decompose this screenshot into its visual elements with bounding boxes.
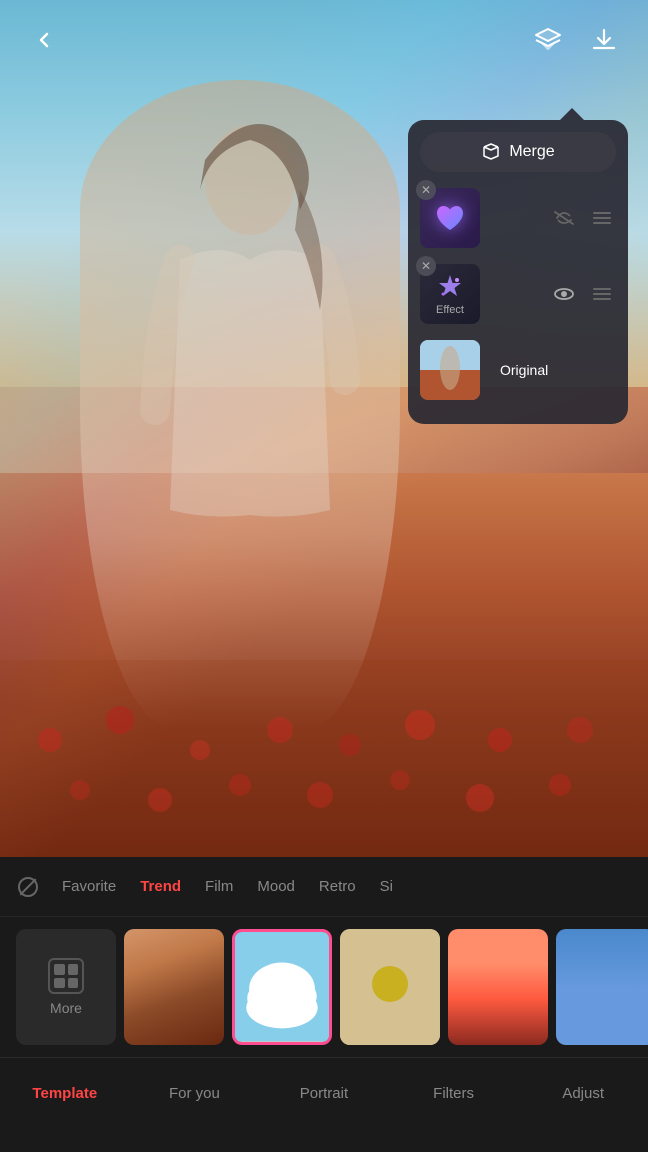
nav-filters-label: Filters (433, 1085, 474, 1102)
merge-button[interactable]: Merge (420, 132, 616, 172)
template-2[interactable] (232, 929, 332, 1045)
original-layer-label: Original (500, 362, 548, 378)
layer-drag-1[interactable] (588, 208, 616, 228)
cat-tab-trend[interactable]: Trend (138, 874, 183, 899)
effect-star-icon (435, 272, 465, 302)
effect-label: Effect (436, 304, 464, 316)
more-grid-icon (48, 958, 84, 994)
template-1[interactable] (124, 929, 224, 1045)
template-5[interactable] (556, 929, 648, 1045)
nav-portrait-label: Portrait (300, 1085, 348, 1102)
cat-tab-none[interactable] (16, 873, 40, 901)
no-filter-icon (18, 877, 38, 897)
bottom-navigation: Template For you Portrait Filters Adjust (0, 1057, 648, 1129)
layer-close-1[interactable]: ✕ (416, 180, 436, 200)
nav-item-portrait[interactable]: Portrait (259, 1058, 389, 1129)
top-navigation (0, 0, 648, 80)
category-tabs: Favorite Trend Film Mood Retro Si (0, 857, 648, 917)
layer-close-2[interactable]: ✕ (416, 256, 436, 276)
nav-for-you-label: For you (169, 1085, 220, 1102)
nav-item-filters[interactable]: Filters (389, 1058, 519, 1129)
template-3[interactable] (340, 929, 440, 1045)
person-figure (100, 60, 400, 660)
back-arrow-icon (32, 28, 56, 52)
flower-field-svg (0, 660, 648, 860)
download-icon (590, 26, 618, 54)
eye-slash-icon (553, 210, 575, 226)
nav-right-actions (528, 20, 624, 60)
nav-item-adjust[interactable]: Adjust (518, 1058, 648, 1129)
layers-panel: Merge ✕ (408, 120, 628, 424)
nav-item-template[interactable]: Template (0, 1058, 130, 1129)
template-thumbnails: More (0, 917, 648, 1057)
more-label: More (50, 1000, 82, 1016)
template-more[interactable]: More (16, 929, 116, 1045)
nav-adjust-label: Adjust (562, 1085, 604, 1102)
cat-tab-favorite[interactable]: Favorite (60, 874, 118, 899)
cat-tab-retro[interactable]: Retro (317, 874, 358, 899)
back-button[interactable] (24, 20, 64, 60)
layer-visibility-2[interactable] (550, 284, 578, 304)
original-thumb-svg (420, 340, 480, 400)
layers-icon (533, 25, 563, 55)
download-button[interactable] (584, 20, 624, 60)
merge-icon (481, 142, 501, 162)
template-4[interactable] (448, 929, 548, 1045)
eye-open-icon (553, 286, 575, 302)
cat-tab-mood[interactable]: Mood (255, 874, 297, 899)
nav-item-for-you[interactable]: For you (130, 1058, 260, 1129)
merge-label: Merge (509, 143, 554, 161)
layer-thumb-3[interactable] (420, 340, 480, 400)
cat-tab-si[interactable]: Si (378, 874, 395, 899)
drag-handle-icon-2 (592, 287, 612, 301)
layer-visibility-1[interactable] (550, 208, 578, 228)
cat-tab-film[interactable]: Film (203, 874, 235, 899)
heart-sticker-icon (432, 200, 468, 236)
layer-item-1: ✕ (420, 184, 616, 252)
layer-drag-2[interactable] (588, 284, 616, 304)
layers-button[interactable] (528, 20, 568, 60)
layer-item-2: ✕ Effect (420, 260, 616, 328)
yellow-thumb-svg (340, 929, 440, 1045)
layer-item-3: Original (420, 336, 616, 404)
cloud-thumb-svg (235, 932, 329, 1042)
bottom-panel: Favorite Trend Film Mood Retro Si More (0, 857, 648, 1152)
drag-handle-icon (592, 211, 612, 225)
nav-template-label: Template (32, 1085, 97, 1102)
